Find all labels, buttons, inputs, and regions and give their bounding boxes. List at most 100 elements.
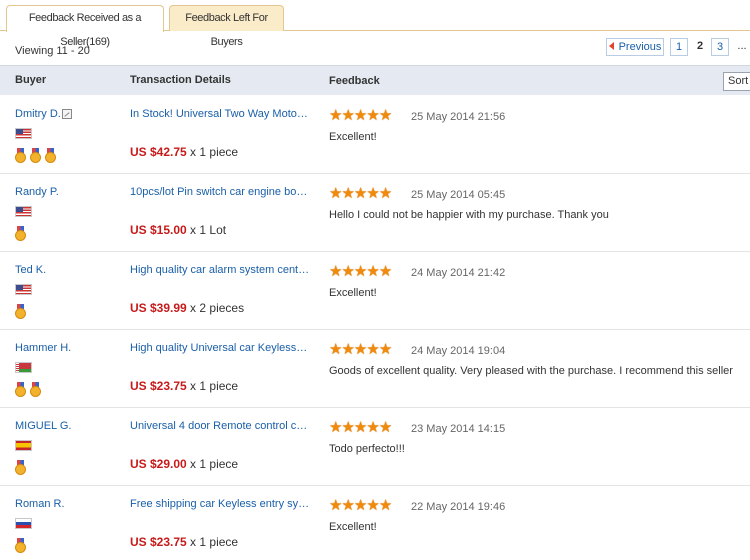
feedback-text: Excellent!	[329, 131, 377, 143]
price-line: US $39.99 x 2 pieces	[130, 301, 244, 315]
product-link[interactable]: In Stock! Universal Two Way Motorbike Al…	[130, 108, 310, 120]
previous-page-button[interactable]: Previous	[606, 38, 664, 56]
tab-feedback-left[interactable]: Feedback Left For Buyers	[169, 5, 284, 48]
star-icon: ★	[366, 497, 380, 514]
viewing-range: Viewing 11 - 20	[15, 45, 90, 57]
price-line: US $15.00 x 1 Lot	[130, 223, 226, 237]
quantity: x 1 piece	[186, 535, 239, 549]
price-line: US $29.00 x 1 piece	[130, 457, 238, 471]
product-link[interactable]: 10pcs/lot Pin switch car engine bonnet	[130, 186, 310, 198]
buyer-level-medals	[15, 538, 30, 554]
product-link[interactable]: Free shipping car Keyless entry system	[130, 498, 310, 510]
medal-icon	[15, 538, 26, 553]
quantity: x 1 Lot	[186, 223, 227, 237]
price: US $42.75	[130, 145, 187, 159]
header-transaction-details: Transaction Details	[130, 74, 231, 86]
buyer-name-link[interactable]: MIGUEL G.	[15, 420, 71, 432]
star-icon: ★	[378, 185, 393, 202]
buyer-name-link[interactable]: Dmitry D.	[15, 108, 61, 120]
product-link[interactable]: Universal 4 door Remote control central …	[130, 420, 310, 432]
table-row: Dmitry D. In Stock! Universal Two Way Mot…	[0, 96, 750, 174]
feedback-date: 22 May 2014 19:46	[411, 501, 506, 513]
us-flag-icon	[15, 284, 32, 295]
star-rating: ★★★★★	[329, 107, 393, 124]
star-icon: ★	[341, 263, 355, 280]
buyer-level-medals	[15, 460, 30, 476]
star-icon: ★	[341, 107, 355, 124]
chevron-left-icon	[608, 42, 614, 50]
header-buyer: Buyer	[15, 74, 47, 86]
medal-icon	[30, 382, 41, 397]
medal-icon	[15, 382, 26, 397]
feedback-date: 25 May 2014 05:45	[411, 189, 506, 201]
by-flag-icon	[15, 362, 32, 373]
buyer-name-link[interactable]: Hammer H.	[15, 342, 71, 354]
us-flag-icon	[15, 128, 32, 139]
buyer-level-medals	[15, 148, 60, 164]
table-row: MIGUEL G. Universal 4 door Remote control…	[0, 408, 750, 486]
star-icon: ★	[378, 263, 393, 280]
us-flag-icon	[15, 206, 32, 217]
star-icon: ★	[366, 263, 380, 280]
star-icon: ★	[341, 341, 355, 358]
star-icon: ★	[378, 419, 393, 436]
star-icon: ★	[366, 419, 380, 436]
quantity: x 1 piece	[186, 145, 239, 159]
quantity: x 1 piece	[186, 379, 239, 393]
table-row: Roman R. Free shipping car Keyless entry …	[0, 486, 750, 560]
star-rating: ★★★★★	[329, 263, 393, 280]
star-icon: ★	[378, 497, 393, 514]
table-row: Ted K. High quality car alarm system cent…	[0, 252, 750, 330]
buyer-level-medals	[15, 382, 45, 398]
table-row: Randy P. 10pcs/lot Pin switch car engine …	[0, 174, 750, 252]
price: US $29.00	[130, 457, 187, 471]
star-icon: ★	[341, 185, 355, 202]
ru-flag-icon	[15, 518, 32, 529]
quantity: x 1 piece	[186, 457, 239, 471]
medal-icon	[15, 148, 26, 163]
star-icon: ★	[378, 107, 393, 124]
feedback-text: Hello I could not be happier with my pur…	[329, 209, 609, 221]
star-rating: ★★★★★	[329, 419, 393, 436]
feedback-tabs: Feedback Received as a Seller(169) Feedb…	[0, 0, 750, 48]
edit-icon[interactable]	[62, 109, 72, 119]
page-3-button[interactable]: 3	[711, 38, 729, 56]
quantity: x 2 pieces	[186, 301, 245, 315]
buyer-name-link[interactable]: Roman R.	[15, 498, 65, 510]
price: US $39.99	[130, 301, 187, 315]
feedback-date: 24 May 2014 21:42	[411, 267, 506, 279]
price: US $15.00	[130, 223, 187, 237]
medal-icon	[15, 304, 26, 319]
buyer-name-link[interactable]: Randy P.	[15, 186, 59, 198]
price: US $23.75	[130, 379, 187, 393]
star-icon: ★	[341, 497, 355, 514]
buyer-level-medals	[15, 304, 30, 320]
page-2-current: 2	[696, 40, 704, 52]
star-icon: ★	[366, 341, 380, 358]
feedback-date: 25 May 2014 21:56	[411, 111, 506, 123]
medal-icon	[15, 226, 26, 241]
table-row: Hammer H. High quality Universal car Keyl…	[0, 330, 750, 408]
sort-select[interactable]: Sort	[723, 72, 750, 91]
tab-feedback-received[interactable]: Feedback Received as a Seller(169)	[6, 5, 164, 48]
price-line: US $23.75 x 1 piece	[130, 535, 238, 549]
buyer-name-link[interactable]: Ted K.	[15, 264, 46, 276]
price: US $23.75	[130, 535, 187, 549]
es-flag-icon	[15, 440, 32, 451]
star-icon: ★	[366, 185, 380, 202]
star-icon: ★	[341, 419, 355, 436]
product-link[interactable]: High quality car alarm system central lo…	[130, 264, 310, 276]
page-1-button[interactable]: 1	[670, 38, 688, 56]
product-link[interactable]: High quality Universal car Keyless entry	[130, 342, 310, 354]
feedback-text: Todo perfecto!!!	[329, 443, 405, 455]
medal-icon	[45, 148, 56, 163]
feedback-text: Excellent!	[329, 287, 377, 299]
pagination-ellipsis: ...	[737, 40, 747, 52]
header-feedback: Feedback	[329, 75, 380, 87]
buyer-level-medals	[15, 226, 30, 242]
medal-icon	[30, 148, 41, 163]
star-icon: ★	[378, 341, 393, 358]
star-rating: ★★★★★	[329, 341, 393, 358]
previous-label: Previous	[618, 41, 662, 53]
feedback-text: Excellent!	[329, 521, 377, 533]
